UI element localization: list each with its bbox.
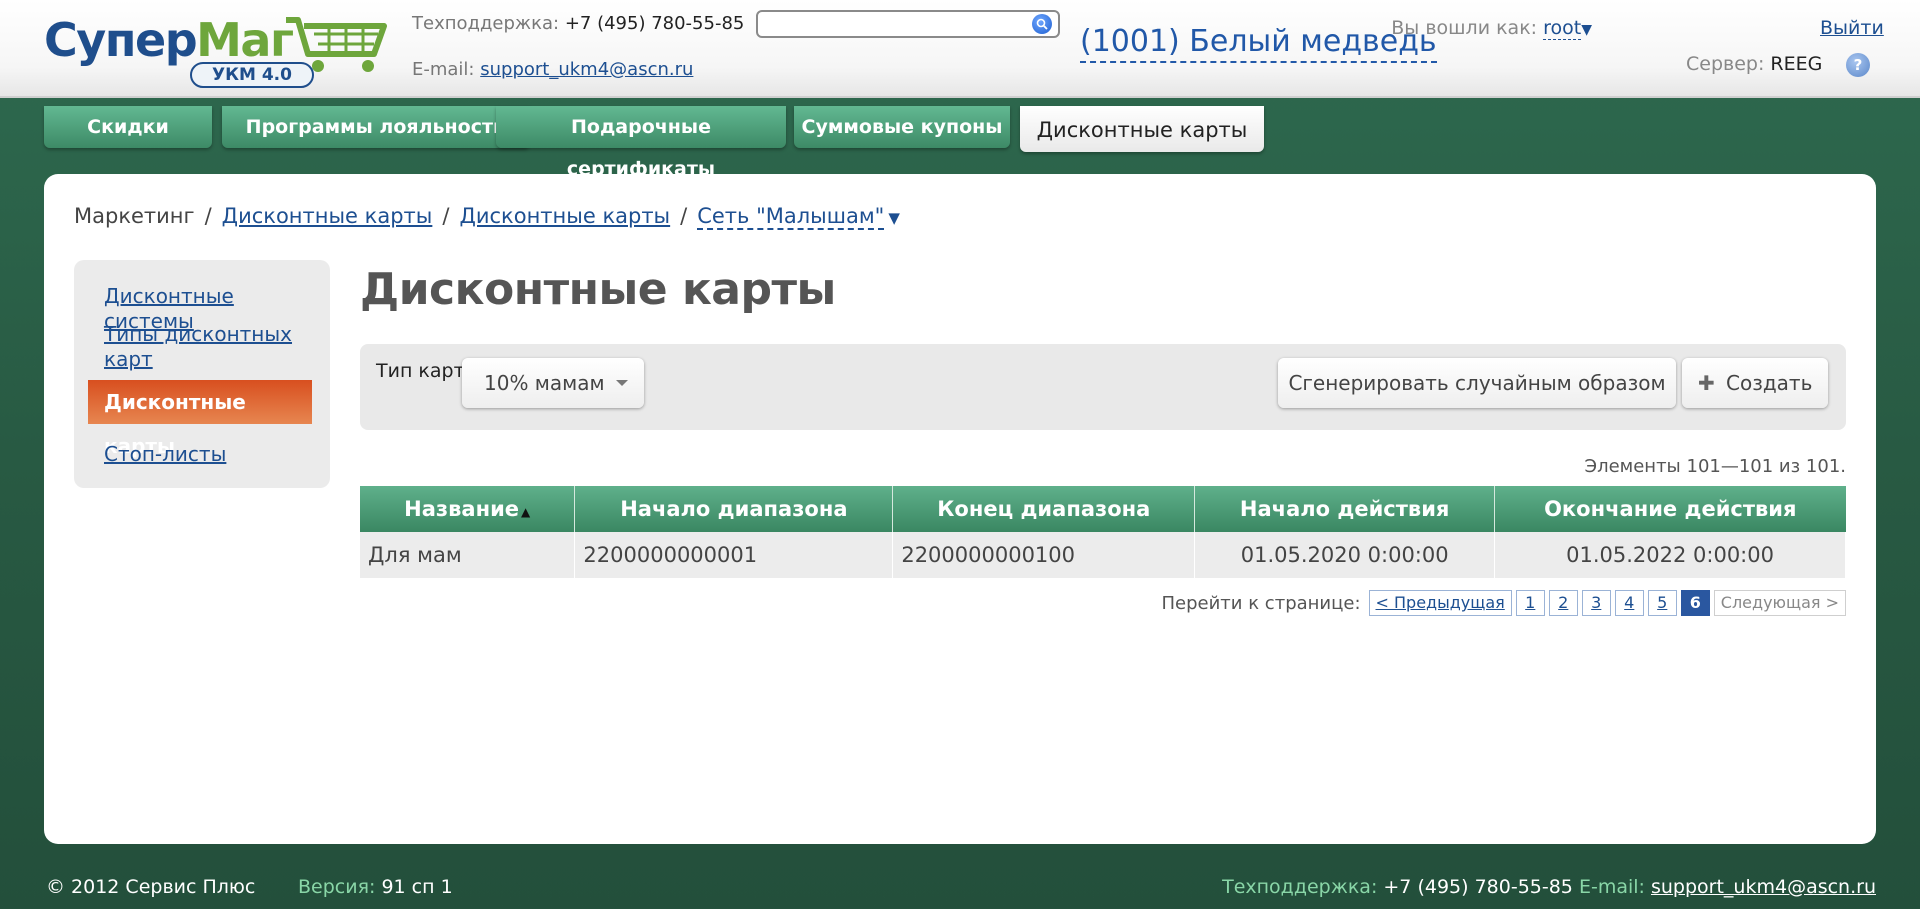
page-title: Дисконтные карты [360,264,836,315]
card-type-label: Тип карт: [376,360,472,382]
version-label: Версия: [298,876,376,898]
tab-discount-cards[interactable]: Дисконтные карты [1020,106,1264,152]
cell-range-end: 2200000000100 [892,532,1196,578]
sidebar-item-card-types[interactable]: Типы дисконтных карт [104,322,314,372]
column-header-valid-to[interactable]: Окончание действия [1494,486,1846,532]
tab-discounts[interactable]: Скидки [44,106,212,148]
version-value: 91 сп 1 [381,876,453,898]
sidebar: Дисконтные системы Типы дисконтных карт … [74,260,330,488]
app-header: СуперМаг УКМ 4.0 Техподдержка: +7 (495) … [0,0,1920,98]
table-header-row: Название ▲ Начало диапазона Конец диапазо… [360,486,1846,532]
breadcrumb-root: Маркетинг [74,204,195,228]
copyright: © 2012 Сервис Плюс [46,876,256,898]
breadcrumb-separator: / [204,204,212,228]
login-label: Вы вошли как: [1391,17,1538,39]
column-header-range-end[interactable]: Конец диапазона [892,486,1196,532]
server-info: Сервер: REEG [1686,53,1822,75]
tab-sum-coupons[interactable]: Суммовые купоны [794,106,1010,148]
column-header-valid-from[interactable]: Начало действия [1194,486,1496,532]
version-info: Версия: 91 сп 1 [298,876,453,898]
user-menu[interactable]: root [1543,17,1582,40]
search-input[interactable] [756,10,1060,38]
pagination-page-5[interactable]: 5 [1647,590,1677,616]
header-support: Техподдержка: +7 (495) 780-55-85 [412,13,744,34]
support-label: Техподдержка: [412,13,560,34]
login-info: Вы вошли как: root▼ [1252,17,1592,40]
caret-down-icon[interactable]: ▼ [888,209,900,227]
support-phone: +7 (495) 780-55-85 [564,13,745,34]
breadcrumb: Маркетинг / Дисконтные карты / Дисконтные ка… [74,204,900,230]
footer-email-label: E-mail: [1578,876,1645,898]
tab-loyalty-programs[interactable]: Программы лояльности [222,106,530,148]
sidebar-item-stop-lists[interactable]: Стоп-листы [104,442,314,467]
sort-ascending-icon: ▲ [521,505,531,519]
cell-valid-from: 01.05.2020 0:00:00 [1194,532,1496,578]
dropdown-arrow-icon [616,380,628,386]
supermag-logo[interactable]: СуперМаг УКМ 4.0 [44,12,387,88]
pagination-page-2[interactable]: 2 [1548,590,1578,616]
pagination-next: Следующая > [1713,590,1846,616]
pagination-page-current: 6 [1680,590,1710,616]
column-header-range-start[interactable]: Начало диапазона [574,486,894,532]
content-card: Маркетинг / Дисконтные карты / Дисконтные ка… [44,174,1876,844]
logo-wordmark: СуперМаг [44,13,294,67]
discount-cards-table: Название ▲ Начало диапазона Конец диапазо… [360,486,1846,578]
email-label: E-mail: [412,59,475,80]
filter-toolbar: Тип карт: 10% мамам Сгенерировать случай… [360,344,1846,430]
generate-random-button[interactable]: Сгенерировать случайным образом [1278,358,1676,408]
pagination-page-1[interactable]: 1 [1515,590,1545,616]
create-button-label: Создать [1726,371,1813,395]
footer-support-phone: +7 (495) 780-55-85 [1383,876,1573,898]
table-row[interactable]: Для мам 2200000000001 2200000000100 01.0… [360,532,1846,578]
cell-valid-to: 01.05.2022 0:00:00 [1494,532,1846,578]
footer-support-label: Техподдержка: [1222,876,1378,898]
pagination-page-4[interactable]: 4 [1614,590,1644,616]
breadcrumb-separator: / [442,204,450,228]
breadcrumb-network-selector[interactable]: Сеть "Малышам" [697,204,885,230]
cell-range-start: 2200000000001 [574,532,894,578]
logout-link[interactable]: Выйти [1820,17,1884,39]
card-type-value: 10% мамам [484,371,605,395]
breadcrumb-link-discount-cards[interactable]: Дисконтные карты [222,204,433,228]
footer-email-link[interactable]: support_ukm4@ascn.ru [1651,876,1876,898]
pagination: Перейти к странице: < Предыдущая 1 2 3 4 5 6 Сле… [1161,590,1846,618]
items-count: Элементы 101—101 из 101. [1584,456,1847,477]
plus-icon: ✚ [1698,371,1715,395]
column-header-name[interactable]: Название ▲ [360,486,576,532]
pagination-label: Перейти к странице: [1161,592,1361,614]
pagination-prev[interactable]: < Предыдущая [1368,590,1512,616]
breadcrumb-separator: / [680,204,688,228]
search-icon[interactable] [1032,14,1052,34]
server-value: REEG [1770,53,1823,75]
pagination-page-3[interactable]: 3 [1581,590,1611,616]
breadcrumb-link-discount-cards-2[interactable]: Дисконтные карты [459,204,670,228]
cell-name: Для мам [360,532,576,578]
caret-down-icon[interactable]: ▼ [1581,22,1592,38]
app-footer: © 2012 Сервис Плюс Версия: 91 сп 1 Техпо… [0,870,1920,909]
support-email-link[interactable]: support_ukm4@ascn.ru [480,59,693,80]
card-type-select[interactable]: 10% мамам [462,358,644,408]
footer-support: Техподдержка: +7 (495) 780-55-85 E-mail:… [1222,876,1876,898]
help-icon[interactable]: ? [1846,53,1870,77]
sidebar-item-discount-cards[interactable]: Дисконтные карты [88,380,312,458]
header-email: E-mail: support_ukm4@ascn.ru [412,59,693,80]
version-badge: УКМ 4.0 [190,62,314,88]
create-button[interactable]: ✚ Создать [1682,358,1828,408]
server-label: Сервер: [1686,53,1765,75]
tab-gift-certificates[interactable]: Подарочные сертификаты [496,106,786,180]
